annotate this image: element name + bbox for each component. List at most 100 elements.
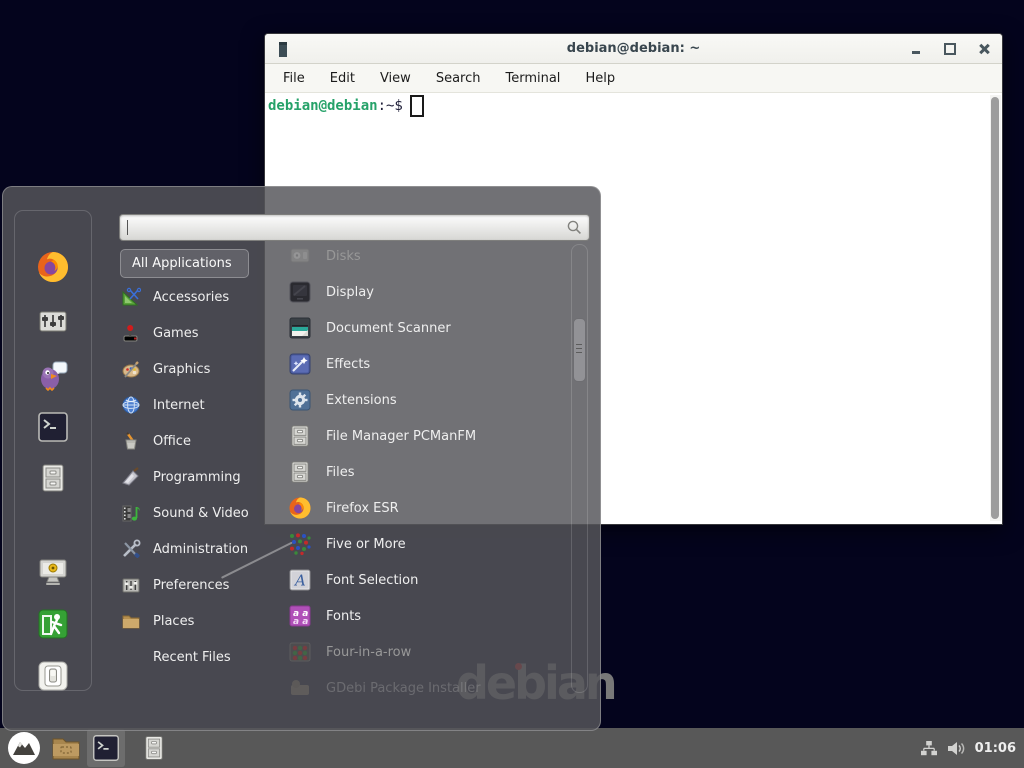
files-launcher[interactable] bbox=[37, 462, 69, 494]
firefox-icon bbox=[288, 496, 312, 520]
file-cabinet-icon bbox=[37, 462, 69, 494]
sound-video-icon bbox=[121, 503, 141, 523]
file-cabinet-icon bbox=[141, 734, 167, 762]
clock[interactable]: 01:06 bbox=[975, 741, 1016, 756]
preferences-icon bbox=[121, 575, 141, 595]
volume-icon[interactable] bbox=[947, 740, 966, 757]
category-games[interactable]: Games bbox=[120, 315, 265, 351]
prompt-suffix: :~$ bbox=[378, 98, 403, 114]
terminal-icon bbox=[92, 734, 120, 762]
menu-file[interactable]: File bbox=[283, 71, 305, 86]
category-internet[interactable]: Internet bbox=[120, 387, 265, 423]
terminal-prompt: debian@debian:~$ bbox=[268, 95, 424, 117]
graphics-icon bbox=[121, 359, 141, 379]
lock-screen-button[interactable] bbox=[37, 556, 69, 588]
administration-icon bbox=[121, 539, 141, 559]
terminal-menubar: File Edit View Search Terminal Help bbox=[265, 64, 1002, 93]
file-cabinet-icon bbox=[288, 460, 312, 484]
lock-screen-icon bbox=[37, 556, 69, 588]
folder-launcher[interactable] bbox=[47, 729, 85, 767]
effects-icon bbox=[288, 352, 312, 376]
app-list-scrollbar-thumb[interactable] bbox=[573, 318, 586, 382]
app-fonts[interactable]: a a a a Fonts bbox=[287, 598, 572, 634]
system-tray: 01:06 bbox=[920, 728, 1016, 768]
extensions-icon bbox=[288, 388, 312, 412]
category-graphics[interactable]: Graphics bbox=[120, 351, 265, 387]
search-input[interactable] bbox=[126, 217, 556, 236]
app-font-selection[interactable]: A Font Selection bbox=[287, 562, 572, 598]
category-preferences[interactable]: Preferences bbox=[120, 567, 265, 603]
fonts-icon: a a a a bbox=[288, 604, 312, 628]
four-in-a-row-icon bbox=[288, 640, 312, 664]
terminal-titlebar[interactable]: debian@debian: ~ bbox=[265, 34, 1002, 64]
menu-help[interactable]: Help bbox=[585, 71, 615, 86]
shutdown-icon bbox=[37, 660, 69, 692]
menu-terminal[interactable]: Terminal bbox=[505, 71, 560, 86]
menu-search[interactable]: Search bbox=[436, 71, 481, 86]
disks-icon bbox=[288, 244, 312, 268]
prompt-user: debian@debian bbox=[268, 98, 378, 114]
app-list: Disks Display Document Scanner bbox=[287, 238, 572, 706]
terminal-window-button[interactable] bbox=[87, 729, 125, 767]
terminal-launcher[interactable] bbox=[37, 411, 69, 443]
programming-icon bbox=[121, 467, 141, 487]
menu-button[interactable] bbox=[7, 731, 41, 765]
network-icon[interactable] bbox=[920, 740, 938, 757]
search-caret bbox=[127, 220, 128, 235]
font-selection-icon: A bbox=[288, 568, 312, 592]
category-all-applications[interactable]: All Applications bbox=[120, 249, 249, 278]
minimize-button[interactable] bbox=[910, 43, 922, 55]
terminal-cursor bbox=[410, 95, 424, 117]
document-scanner-icon bbox=[288, 316, 312, 340]
app-effects[interactable]: Effects bbox=[287, 346, 572, 382]
category-list: Accessories Games Graphics bbox=[120, 279, 265, 675]
category-administration[interactable]: Administration bbox=[120, 531, 265, 567]
control-panel-icon bbox=[37, 305, 69, 337]
control-panel-launcher[interactable] bbox=[37, 305, 69, 337]
file-cabinet-icon bbox=[288, 424, 312, 448]
category-places[interactable]: Places bbox=[120, 603, 265, 639]
terminal-title: debian@debian: ~ bbox=[265, 41, 1002, 56]
firefox-launcher[interactable] bbox=[37, 251, 69, 283]
search-box[interactable] bbox=[119, 214, 590, 241]
category-programming[interactable]: Programming bbox=[120, 459, 265, 495]
places-icon bbox=[121, 611, 141, 631]
terminal-scrollbar[interactable] bbox=[990, 95, 1001, 521]
app-gdebi-package-installer[interactable]: GDebi Package Installer bbox=[287, 670, 572, 706]
close-button[interactable] bbox=[978, 43, 990, 55]
terminal-icon bbox=[37, 411, 69, 443]
app-five-or-more[interactable]: Five or More bbox=[287, 526, 572, 562]
display-icon bbox=[288, 280, 312, 304]
category-sound-video[interactable]: Sound & Video bbox=[120, 495, 265, 531]
firefox-icon bbox=[37, 251, 69, 283]
svg-text:a a: a a bbox=[293, 617, 308, 627]
shutdown-button[interactable] bbox=[37, 660, 69, 692]
app-files[interactable]: Files bbox=[287, 454, 572, 490]
application-menu: All Applications Accessories Games bbox=[2, 186, 601, 731]
menu-edit[interactable]: Edit bbox=[330, 71, 355, 86]
category-accessories[interactable]: Accessories bbox=[120, 279, 265, 315]
pidgin-launcher[interactable] bbox=[37, 359, 69, 391]
app-document-scanner[interactable]: Document Scanner bbox=[287, 310, 572, 346]
maximize-button[interactable] bbox=[944, 43, 956, 55]
category-recent-files[interactable]: Recent Files bbox=[120, 639, 265, 675]
five-or-more-icon bbox=[288, 532, 312, 556]
logout-button[interactable] bbox=[37, 608, 69, 640]
logout-icon bbox=[37, 608, 69, 640]
app-file-manager-pcmanfm[interactable]: File Manager PCManFM bbox=[287, 418, 572, 454]
app-display[interactable]: Display bbox=[287, 274, 572, 310]
gdebi-icon bbox=[288, 676, 312, 700]
app-firefox-esr[interactable]: Firefox ESR bbox=[287, 490, 572, 526]
app-disks[interactable]: Disks bbox=[287, 238, 572, 274]
menu-view[interactable]: View bbox=[380, 71, 411, 86]
app-list-scrollbar[interactable] bbox=[571, 244, 588, 693]
folder-icon bbox=[51, 735, 81, 761]
accessories-icon bbox=[121, 287, 141, 307]
app-extensions[interactable]: Extensions bbox=[287, 382, 572, 418]
files-taskbar-launcher[interactable] bbox=[135, 729, 173, 767]
terminal-scrollbar-thumb[interactable] bbox=[991, 97, 999, 519]
games-icon bbox=[121, 323, 141, 343]
pidgin-icon bbox=[37, 359, 69, 391]
category-office[interactable]: Office bbox=[120, 423, 265, 459]
app-four-in-a-row[interactable]: Four-in-a-row bbox=[287, 634, 572, 670]
